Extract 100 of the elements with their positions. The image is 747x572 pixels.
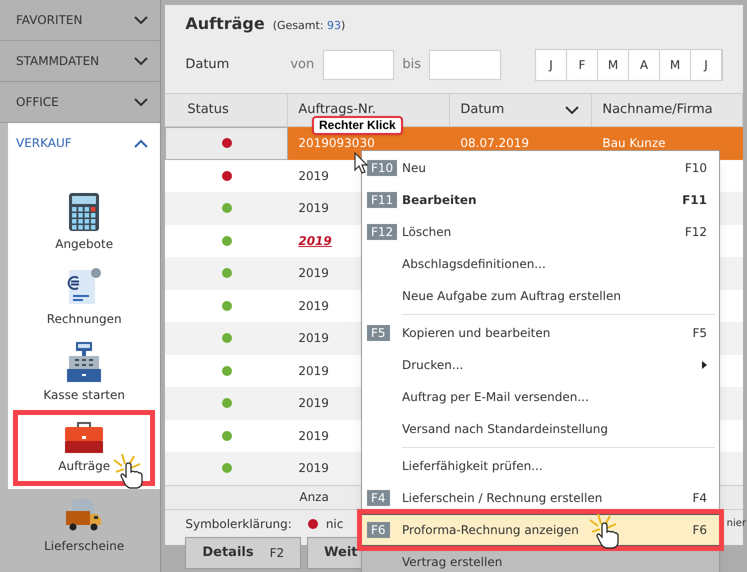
- key-badge: F4: [367, 490, 390, 506]
- menu-item[interactable]: Abschlagsdefinitionen...: [362, 248, 719, 280]
- section-label: FAVORITEN: [16, 12, 82, 29]
- chevron-up-icon: [134, 138, 148, 148]
- from-date-field[interactable]: [323, 50, 394, 80]
- page-title: Aufträge: [185, 13, 265, 35]
- sidebar-item[interactable]: Lieferscheine: [8, 489, 160, 564]
- key-badge: F5: [367, 325, 390, 341]
- month-button[interactable]: M: [660, 50, 691, 80]
- shortcut-label: F10: [684, 160, 707, 177]
- submenu-arrow-icon: [702, 361, 707, 369]
- chevron-down-icon: [134, 98, 148, 106]
- truck-icon: [66, 498, 102, 532]
- chevron-down-icon: [134, 56, 148, 66]
- briefcase-icon: [65, 421, 104, 453]
- shortcut-label: F6: [692, 522, 707, 539]
- order-number: 2019: [298, 362, 329, 380]
- sidebar-item-label: Kasse starten: [43, 386, 125, 404]
- filter-label: Datum: [185, 56, 230, 74]
- euro-document-icon: [67, 268, 102, 306]
- month-button[interactable]: M: [598, 50, 629, 80]
- sidebar-section-header[interactable]: VERKAUF: [8, 123, 160, 163]
- month-button[interactable]: J: [691, 50, 722, 80]
- chevron-down-icon: [565, 106, 580, 114]
- menu-item[interactable]: F5 Kopieren und bearbeiten F5: [362, 317, 719, 349]
- order-number: 2019: [298, 330, 329, 348]
- order-number: 2019: [298, 265, 329, 282]
- month-button[interactable]: F: [567, 50, 598, 80]
- menu-label: Drucken...: [402, 357, 464, 374]
- sidebar-section-header[interactable]: OFFICE: [0, 82, 160, 123]
- menu-item[interactable]: Neue Aufgabe zum Auftrag erstellen: [362, 280, 719, 312]
- count-label: Anza: [299, 489, 329, 506]
- menu-item[interactable]: Auftrag per E-Mail versenden...: [362, 381, 719, 413]
- key-badge: F10: [367, 160, 398, 176]
- shortcut-label: F12: [684, 224, 707, 241]
- order-number: 2019: [298, 460, 329, 478]
- column-label: Datum: [460, 101, 504, 120]
- menu-item[interactable]: F4 Lieferschein / Rechnung erstellen F4: [362, 482, 719, 514]
- menu-label: Versand nach Standardeinstellung: [402, 421, 608, 438]
- key-badge: F6: [367, 522, 390, 538]
- action-button[interactable]: Details F2: [185, 537, 302, 569]
- legend-label: Symbolerklärung:: [185, 516, 292, 532]
- chevron-down-icon: [134, 16, 148, 24]
- menu-item[interactable]: Lieferfähigkeit prüfen...: [362, 450, 719, 482]
- key-badge: F12: [367, 224, 398, 240]
- total-count: (Gesamt: 93): [272, 18, 346, 34]
- section-label: STAMMDATEN: [16, 53, 100, 70]
- order-number: 2019: [298, 298, 329, 315]
- column-header[interactable]: Nachname/Firma: [592, 94, 743, 126]
- sidebar-item[interactable]: Rechnungen: [8, 260, 160, 335]
- sidebar-item-label: Angebote: [55, 236, 114, 252]
- shortcut-label: F11: [682, 192, 707, 209]
- menu-label: Bearbeiten: [402, 192, 477, 209]
- menu-label: Auftrag per E-Mail versenden...: [402, 389, 589, 406]
- section-label: VERKAUF: [16, 135, 72, 152]
- menu-label: Lieferfähigkeit prüfen...: [402, 458, 543, 475]
- to-label: bis: [402, 56, 421, 74]
- order-number: 2019: [298, 395, 329, 412]
- menu-label: Löschen: [402, 224, 452, 241]
- customer-name: Bau Kunze: [601, 135, 666, 152]
- order-number: 2019: [298, 428, 329, 445]
- menu-label: Lieferschein / Rechnung erstellen: [402, 490, 602, 507]
- order-number: 2019093030: [298, 135, 375, 152]
- order-date: 08.07.2019: [459, 135, 530, 152]
- menu-label: Abschlagsdefinitionen...: [402, 256, 546, 273]
- order-number: 2019: [298, 200, 329, 218]
- sidebar-section-header[interactable]: STAMMDATEN: [0, 41, 160, 82]
- sidebar-item[interactable]: Aufträge: [13, 410, 156, 486]
- order-number: 2019: [298, 232, 332, 250]
- month-button[interactable]: A: [629, 50, 660, 80]
- sidebar-item-label: Aufträge: [58, 458, 110, 475]
- menu-label: Neue Aufgabe zum Auftrag erstellen: [402, 288, 621, 305]
- shortcut-label: F4: [692, 490, 707, 507]
- sidebar-section-header[interactable]: FAVORITEN: [0, 0, 160, 41]
- menu-label: Kopieren und bearbeiten: [402, 325, 550, 342]
- menu-label: Neu: [402, 160, 426, 177]
- menu-label: Vertrag erstellen: [402, 554, 502, 571]
- key-badge: F11: [367, 192, 398, 208]
- order-number: 2019: [298, 168, 329, 185]
- calculator-icon: [69, 192, 100, 230]
- column-header[interactable]: Datum: [450, 94, 592, 126]
- menu-item[interactable]: Drucken...: [362, 349, 719, 381]
- from-label: von: [290, 56, 316, 74]
- sidebar-item-label: Lieferscheine: [44, 538, 124, 554]
- menu-item[interactable]: Versand nach Standardeinstellung: [362, 413, 719, 445]
- menu-label: Proforma-Rechnung anzeigen: [402, 522, 579, 539]
- tooltip: Rechter Klick: [312, 116, 403, 135]
- shortcut-label: F5: [692, 325, 707, 342]
- sidebar-item-label: Rechnungen: [46, 310, 122, 328]
- section-label: OFFICE: [16, 94, 59, 111]
- menu-item[interactable]: F11 Bearbeiten F11: [362, 184, 719, 216]
- legend-text: nier: [726, 517, 746, 531]
- to-date-field[interactable]: [429, 50, 501, 80]
- sidebar-item[interactable]: Angebote: [8, 185, 160, 260]
- sidebar-item[interactable]: Kasse starten: [8, 335, 160, 410]
- column-header[interactable]: Status: [165, 94, 288, 126]
- legend-text: nic: [326, 516, 344, 532]
- cash-register-icon: [67, 342, 102, 382]
- month-button[interactable]: J: [536, 50, 567, 80]
- menu-item[interactable]: F12 Löschen F12: [362, 216, 719, 248]
